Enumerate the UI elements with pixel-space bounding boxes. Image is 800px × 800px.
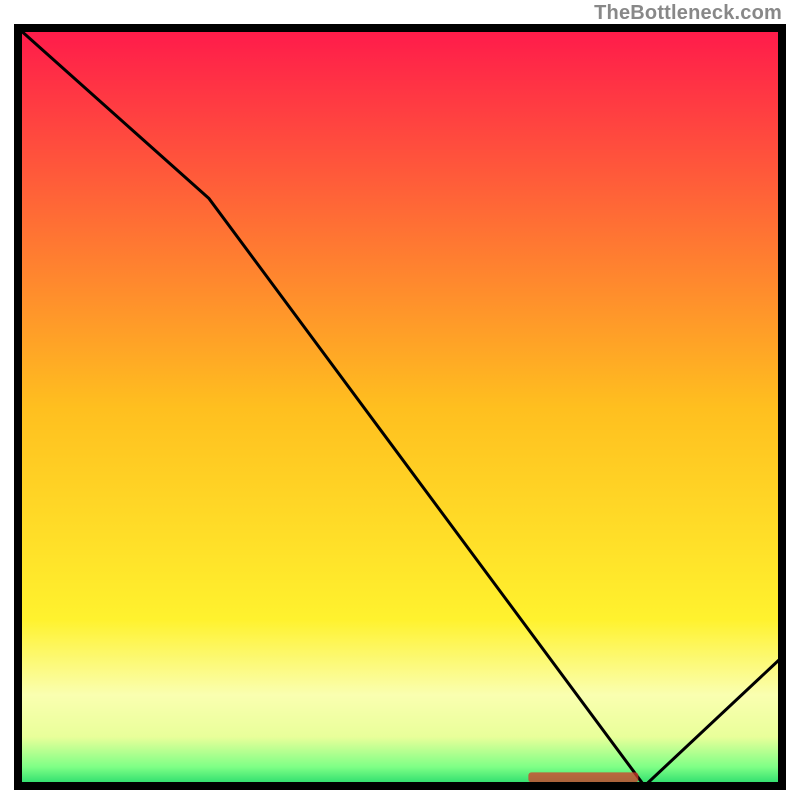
line-chart xyxy=(0,0,800,800)
chart-background xyxy=(18,28,782,786)
attribution-text: TheBottleneck.com xyxy=(594,2,782,25)
chart-annotation xyxy=(528,772,638,782)
chart-container: TheBottleneck.com xyxy=(0,0,800,800)
